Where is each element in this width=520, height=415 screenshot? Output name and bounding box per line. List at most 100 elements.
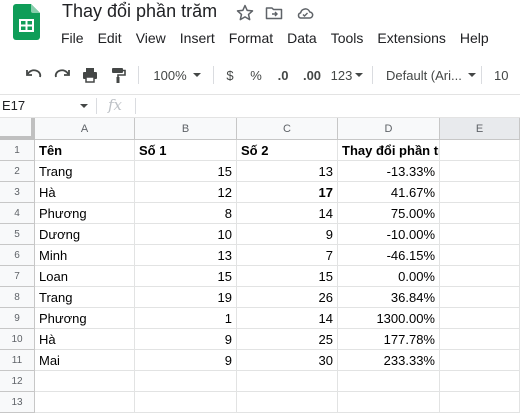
row-header-4[interactable]: 4	[0, 203, 35, 224]
row-header-3[interactable]: 3	[0, 182, 35, 203]
row-header-12[interactable]: 12	[0, 371, 35, 392]
cell-b3[interactable]: 12	[135, 182, 237, 203]
cell-e2[interactable]	[440, 161, 520, 182]
percent-format-button[interactable]: %	[246, 59, 266, 91]
column-header-a[interactable]: A	[35, 118, 135, 140]
row-header-10[interactable]: 10	[0, 329, 35, 350]
cell-b13[interactable]	[135, 392, 237, 413]
font-size-select[interactable]: 10	[494, 59, 520, 91]
cell-a10[interactable]: Hà	[35, 329, 135, 350]
row-header-9[interactable]: 9	[0, 308, 35, 329]
cell-a6[interactable]: Minh	[35, 245, 135, 266]
row-header-1[interactable]: 1	[0, 140, 35, 161]
cloud-status-icon[interactable]	[295, 3, 315, 23]
cell-a5[interactable]: Dương	[35, 224, 135, 245]
column-header-e[interactable]: E	[440, 118, 520, 140]
cell-b8[interactable]: 19	[135, 287, 237, 308]
cell-d7[interactable]: 0.00%	[338, 266, 440, 287]
cell-e7[interactable]	[440, 266, 520, 287]
cell-c10[interactable]: 25	[237, 329, 338, 350]
cell-b7[interactable]: 15	[135, 266, 237, 287]
cell-c7[interactable]: 15	[237, 266, 338, 287]
cell-b12[interactable]	[135, 371, 237, 392]
menu-view[interactable]: View	[129, 28, 173, 50]
cell-d4[interactable]: 75.00%	[338, 203, 440, 224]
cell-e4[interactable]	[440, 203, 520, 224]
more-formats-select[interactable]: 123	[329, 59, 365, 91]
move-to-folder-icon[interactable]	[264, 3, 284, 23]
cell-c9[interactable]: 14	[237, 308, 338, 329]
cell-b5[interactable]: 10	[135, 224, 237, 245]
cell-a1[interactable]: Tên	[35, 140, 135, 161]
cell-e8[interactable]	[440, 287, 520, 308]
cell-d10[interactable]: 177.78%	[338, 329, 440, 350]
cell-d1[interactable]: Thay đổi phần trăm	[338, 140, 440, 161]
cell-a8[interactable]: Trang	[35, 287, 135, 308]
cell-c6[interactable]: 7	[237, 245, 338, 266]
menu-edit[interactable]: Edit	[91, 28, 129, 50]
increase-decimal-button[interactable]: .00	[299, 59, 325, 91]
select-all-corner[interactable]	[0, 118, 35, 140]
cell-e3[interactable]	[440, 182, 520, 203]
menu-extensions[interactable]: Extensions	[370, 28, 452, 50]
cell-a7[interactable]: Loan	[35, 266, 135, 287]
name-box[interactable]: E17	[0, 95, 96, 117]
cell-a4[interactable]: Phương	[35, 203, 135, 224]
column-header-b[interactable]: B	[135, 118, 237, 140]
cell-d5[interactable]: -10.00%	[338, 224, 440, 245]
cell-e11[interactable]	[440, 350, 520, 371]
cell-c8[interactable]: 26	[237, 287, 338, 308]
cell-b10[interactable]: 9	[135, 329, 237, 350]
cell-d2[interactable]: -13.33%	[338, 161, 440, 182]
menu-insert[interactable]: Insert	[173, 28, 222, 50]
cell-a13[interactable]	[35, 392, 135, 413]
cell-a9[interactable]: Phương	[35, 308, 135, 329]
cell-c11[interactable]: 30	[237, 350, 338, 371]
cell-e6[interactable]	[440, 245, 520, 266]
print-button[interactable]	[78, 59, 102, 91]
cell-c4[interactable]: 14	[237, 203, 338, 224]
cell-b6[interactable]: 13	[135, 245, 237, 266]
menu-tools[interactable]: Tools	[324, 28, 371, 50]
redo-button[interactable]	[50, 59, 74, 91]
cell-e5[interactable]	[440, 224, 520, 245]
document-title[interactable]: Thay đổi phần trăm	[62, 1, 217, 22]
cell-d8[interactable]: 36.84%	[338, 287, 440, 308]
zoom-select[interactable]: 100%	[148, 59, 206, 91]
cell-e10[interactable]	[440, 329, 520, 350]
menu-data[interactable]: Data	[280, 28, 324, 50]
formula-input[interactable]	[140, 95, 520, 117]
cell-a3[interactable]: Hà	[35, 182, 135, 203]
row-header-13[interactable]: 13	[0, 392, 35, 413]
cell-e1[interactable]	[440, 140, 520, 161]
cell-d3[interactable]: 41.67%	[338, 182, 440, 203]
cell-b2[interactable]: 15	[135, 161, 237, 182]
column-header-d[interactable]: D	[338, 118, 440, 140]
cell-d9[interactable]: 1300.00%	[338, 308, 440, 329]
column-header-c[interactable]: C	[237, 118, 338, 140]
cell-c12[interactable]	[237, 371, 338, 392]
cell-d12[interactable]	[338, 371, 440, 392]
cell-b1[interactable]: Số 1	[135, 140, 237, 161]
paint-format-button[interactable]	[106, 59, 130, 91]
cell-d13[interactable]	[338, 392, 440, 413]
menu-help[interactable]: Help	[453, 28, 496, 50]
cell-b4[interactable]: 8	[135, 203, 237, 224]
cell-e13[interactable]	[440, 392, 520, 413]
cell-e12[interactable]	[440, 371, 520, 392]
cell-c3[interactable]: 17	[237, 182, 338, 203]
cell-b11[interactable]: 9	[135, 350, 237, 371]
cell-a2[interactable]: Trang	[35, 161, 135, 182]
cell-a11[interactable]: Mai	[35, 350, 135, 371]
sheets-logo-icon[interactable]	[13, 4, 40, 40]
menu-file[interactable]: File	[54, 28, 91, 50]
cell-c2[interactable]: 13	[237, 161, 338, 182]
row-header-2[interactable]: 2	[0, 161, 35, 182]
undo-button[interactable]	[22, 59, 46, 91]
currency-format-button[interactable]: $	[220, 59, 240, 91]
cell-b9[interactable]: 1	[135, 308, 237, 329]
star-icon[interactable]	[235, 3, 255, 23]
row-header-5[interactable]: 5	[0, 224, 35, 245]
font-family-select[interactable]: Default (Ari...	[380, 59, 476, 91]
cell-d6[interactable]: -46.15%	[338, 245, 440, 266]
